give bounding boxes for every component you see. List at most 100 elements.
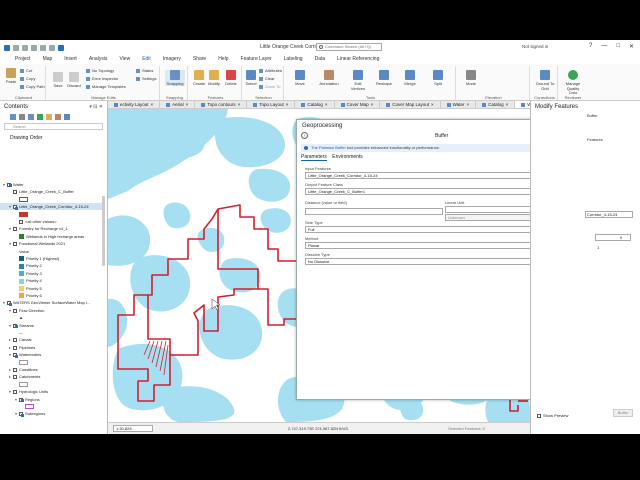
modify-item-buffer[interactable]: Buffer	[587, 113, 598, 118]
ribbon-tab-view[interactable]: View	[113, 55, 136, 64]
merge-button[interactable]: Merge	[402, 70, 418, 86]
layer-row[interactable]: Priority 5	[0, 285, 104, 292]
move-button[interactable]: Move	[292, 70, 308, 86]
layer-visibility-checkbox[interactable]	[13, 367, 17, 372]
status-button[interactable]: Status	[136, 68, 153, 73]
layer-field[interactable]: Corridor_4-15-24	[585, 211, 633, 218]
delete-button[interactable]: Delete	[223, 70, 239, 86]
select-button[interactable]: Select	[244, 70, 258, 86]
layer-visibility-checkbox[interactable]	[13, 353, 17, 358]
layer-visibility-checkbox[interactable]	[7, 301, 11, 306]
scale-dropdown[interactable]: 1:30,828	[113, 425, 153, 432]
mode-button[interactable]: Mode	[464, 70, 478, 86]
undo-icon[interactable]	[40, 44, 46, 51]
layer-row[interactable]: —	[0, 329, 104, 336]
close-icon[interactable]: ×	[431, 101, 434, 108]
tab-environments[interactable]: Environments	[332, 154, 363, 160]
layer-row[interactable]: Wetlands in High recharge areas	[0, 233, 104, 240]
list-by-labeling-icon[interactable]	[55, 114, 61, 120]
layer-row[interactable]: ▸ Pipelines	[0, 344, 104, 351]
layer-row[interactable]: Priority 1 (Highest)	[0, 255, 104, 262]
list-by-editing-icon[interactable]	[37, 114, 43, 120]
buffer-apply-button[interactable]: Buffer	[613, 409, 633, 417]
layer-row[interactable]: ▾ Waterbodies	[0, 351, 104, 358]
close-icon[interactable]: ×	[506, 101, 509, 108]
annotation-button[interactable]: Annotation	[316, 70, 342, 86]
close-icon[interactable]: ×	[151, 101, 154, 108]
attributes-button[interactable]: Attributes	[259, 68, 282, 73]
layer-row[interactable]: Value	[0, 248, 104, 255]
close-icon[interactable]: ×	[286, 101, 289, 108]
new-project-icon[interactable]	[13, 44, 19, 51]
view-tab[interactable]: Aerial ×	[160, 101, 196, 108]
layer-row[interactable]: ▾ Hydrologic Units	[0, 388, 104, 395]
layer-visibility-checkbox[interactable]	[13, 390, 17, 395]
minimize-icon[interactable]: —	[601, 43, 607, 50]
layer-row[interactable]	[0, 403, 104, 410]
view-tab[interactable]: Catalog ×	[476, 101, 516, 108]
save-icon[interactable]	[31, 44, 37, 51]
layer-row[interactable]: <all other values>	[0, 218, 104, 225]
layer-visibility-checkbox[interactable]	[13, 345, 17, 350]
ground-to-grid-button[interactable]: Ground To Grid	[534, 70, 556, 91]
ribbon-tab-analysis[interactable]: Analysis	[83, 55, 114, 64]
layer-row[interactable]: Priority 2	[0, 262, 104, 269]
layer-visibility-checkbox[interactable]	[13, 338, 17, 343]
help-icon[interactable]: ?	[589, 43, 592, 50]
layer-row[interactable]: ▾ Functional Wetlands 2021	[0, 240, 104, 247]
list-by-perspective-icon[interactable]	[64, 114, 70, 120]
close-icon[interactable]: ×	[186, 101, 189, 108]
layer-visibility-checkbox[interactable]	[7, 182, 11, 187]
manage-quality-button[interactable]: Manage Quality	[562, 70, 584, 91]
create-button[interactable]: Create	[192, 70, 206, 86]
save-edits-button[interactable]: Save	[52, 72, 64, 88]
topology-dropdown[interactable]: No Topology	[86, 68, 114, 73]
list-by-drawing-order-icon[interactable]	[10, 114, 16, 120]
layer-visibility-checkbox[interactable]	[13, 308, 17, 313]
layer-row[interactable]: ▾ Streams	[0, 322, 104, 329]
distance-field[interactable]	[305, 208, 443, 215]
layer-row[interactable]	[0, 196, 104, 203]
layer-visibility-checkbox[interactable]	[13, 227, 17, 232]
snapping-button[interactable]: Snapping	[165, 70, 185, 86]
layer-row[interactable]: ▾ Flow Direction	[0, 307, 104, 314]
view-tab[interactable]: Water×	[515, 101, 530, 108]
layer-row[interactable]: ▾ Forestry for Recharge v4_1	[0, 225, 104, 232]
layer-row[interactable]: Priority 3	[0, 270, 104, 277]
layer-visibility-checkbox[interactable]	[13, 205, 17, 210]
close-icon[interactable]: ×	[466, 101, 469, 108]
show-preview-toggle[interactable]: Show Preview	[537, 413, 568, 418]
ribbon-tab-imagery[interactable]: Imagery	[157, 55, 187, 64]
map-icon[interactable]	[58, 44, 64, 51]
layer-visibility-checkbox[interactable]	[19, 219, 23, 224]
pane-controls[interactable]: ▾ ⊟ ✕	[89, 104, 103, 110]
buffer-distance-field[interactable]: 0	[595, 234, 631, 241]
reshape-button[interactable]: Reshape	[374, 70, 394, 86]
view-tab[interactable]: Topo contours ×	[195, 101, 248, 108]
pairwise-buffer-link[interactable]: The Pairwise Buffer	[311, 145, 346, 150]
ribbon-tab-edit[interactable]: Edit	[136, 55, 157, 65]
layer-row[interactable]: ▾ Subregions	[0, 410, 104, 417]
command-search-input[interactable]: Command Search (Alt+Q)	[316, 43, 382, 51]
ribbon-tab-labeling[interactable]: Labeling	[278, 55, 309, 64]
layer-row[interactable]: ▾ Water	[0, 181, 104, 188]
discard-edits-button[interactable]: Discard	[66, 72, 82, 88]
layer-visibility-checkbox[interactable]	[19, 412, 23, 417]
contents-search-input[interactable]: Search	[4, 123, 103, 130]
layer-visibility-checkbox[interactable]	[13, 375, 17, 380]
layer-row[interactable]: ▲	[0, 314, 104, 321]
manage-templates-button[interactable]: Manage Templates	[86, 84, 126, 89]
tab-parameters[interactable]: Parameters	[301, 154, 327, 161]
view-tab[interactable]: Catalog ×	[295, 101, 335, 108]
back-icon[interactable]: ‹	[301, 132, 308, 139]
show-preview-checkbox[interactable]	[537, 413, 541, 418]
edit-vertices-button[interactable]: Edit Vertices	[348, 70, 368, 91]
view-tab[interactable]: Water×	[441, 101, 477, 108]
view-tab[interactable]: Topo Layout ×	[247, 101, 296, 108]
input-features-field[interactable]: Little_Orange_Creek_Corridor_4-15-24	[305, 172, 557, 179]
paste-button[interactable]: Paste	[4, 68, 18, 84]
layer-row[interactable]	[0, 211, 104, 218]
open-icon[interactable]	[22, 44, 28, 51]
layer-visibility-checkbox[interactable]	[13, 323, 17, 328]
close-icon[interactable]: ×	[371, 101, 374, 108]
